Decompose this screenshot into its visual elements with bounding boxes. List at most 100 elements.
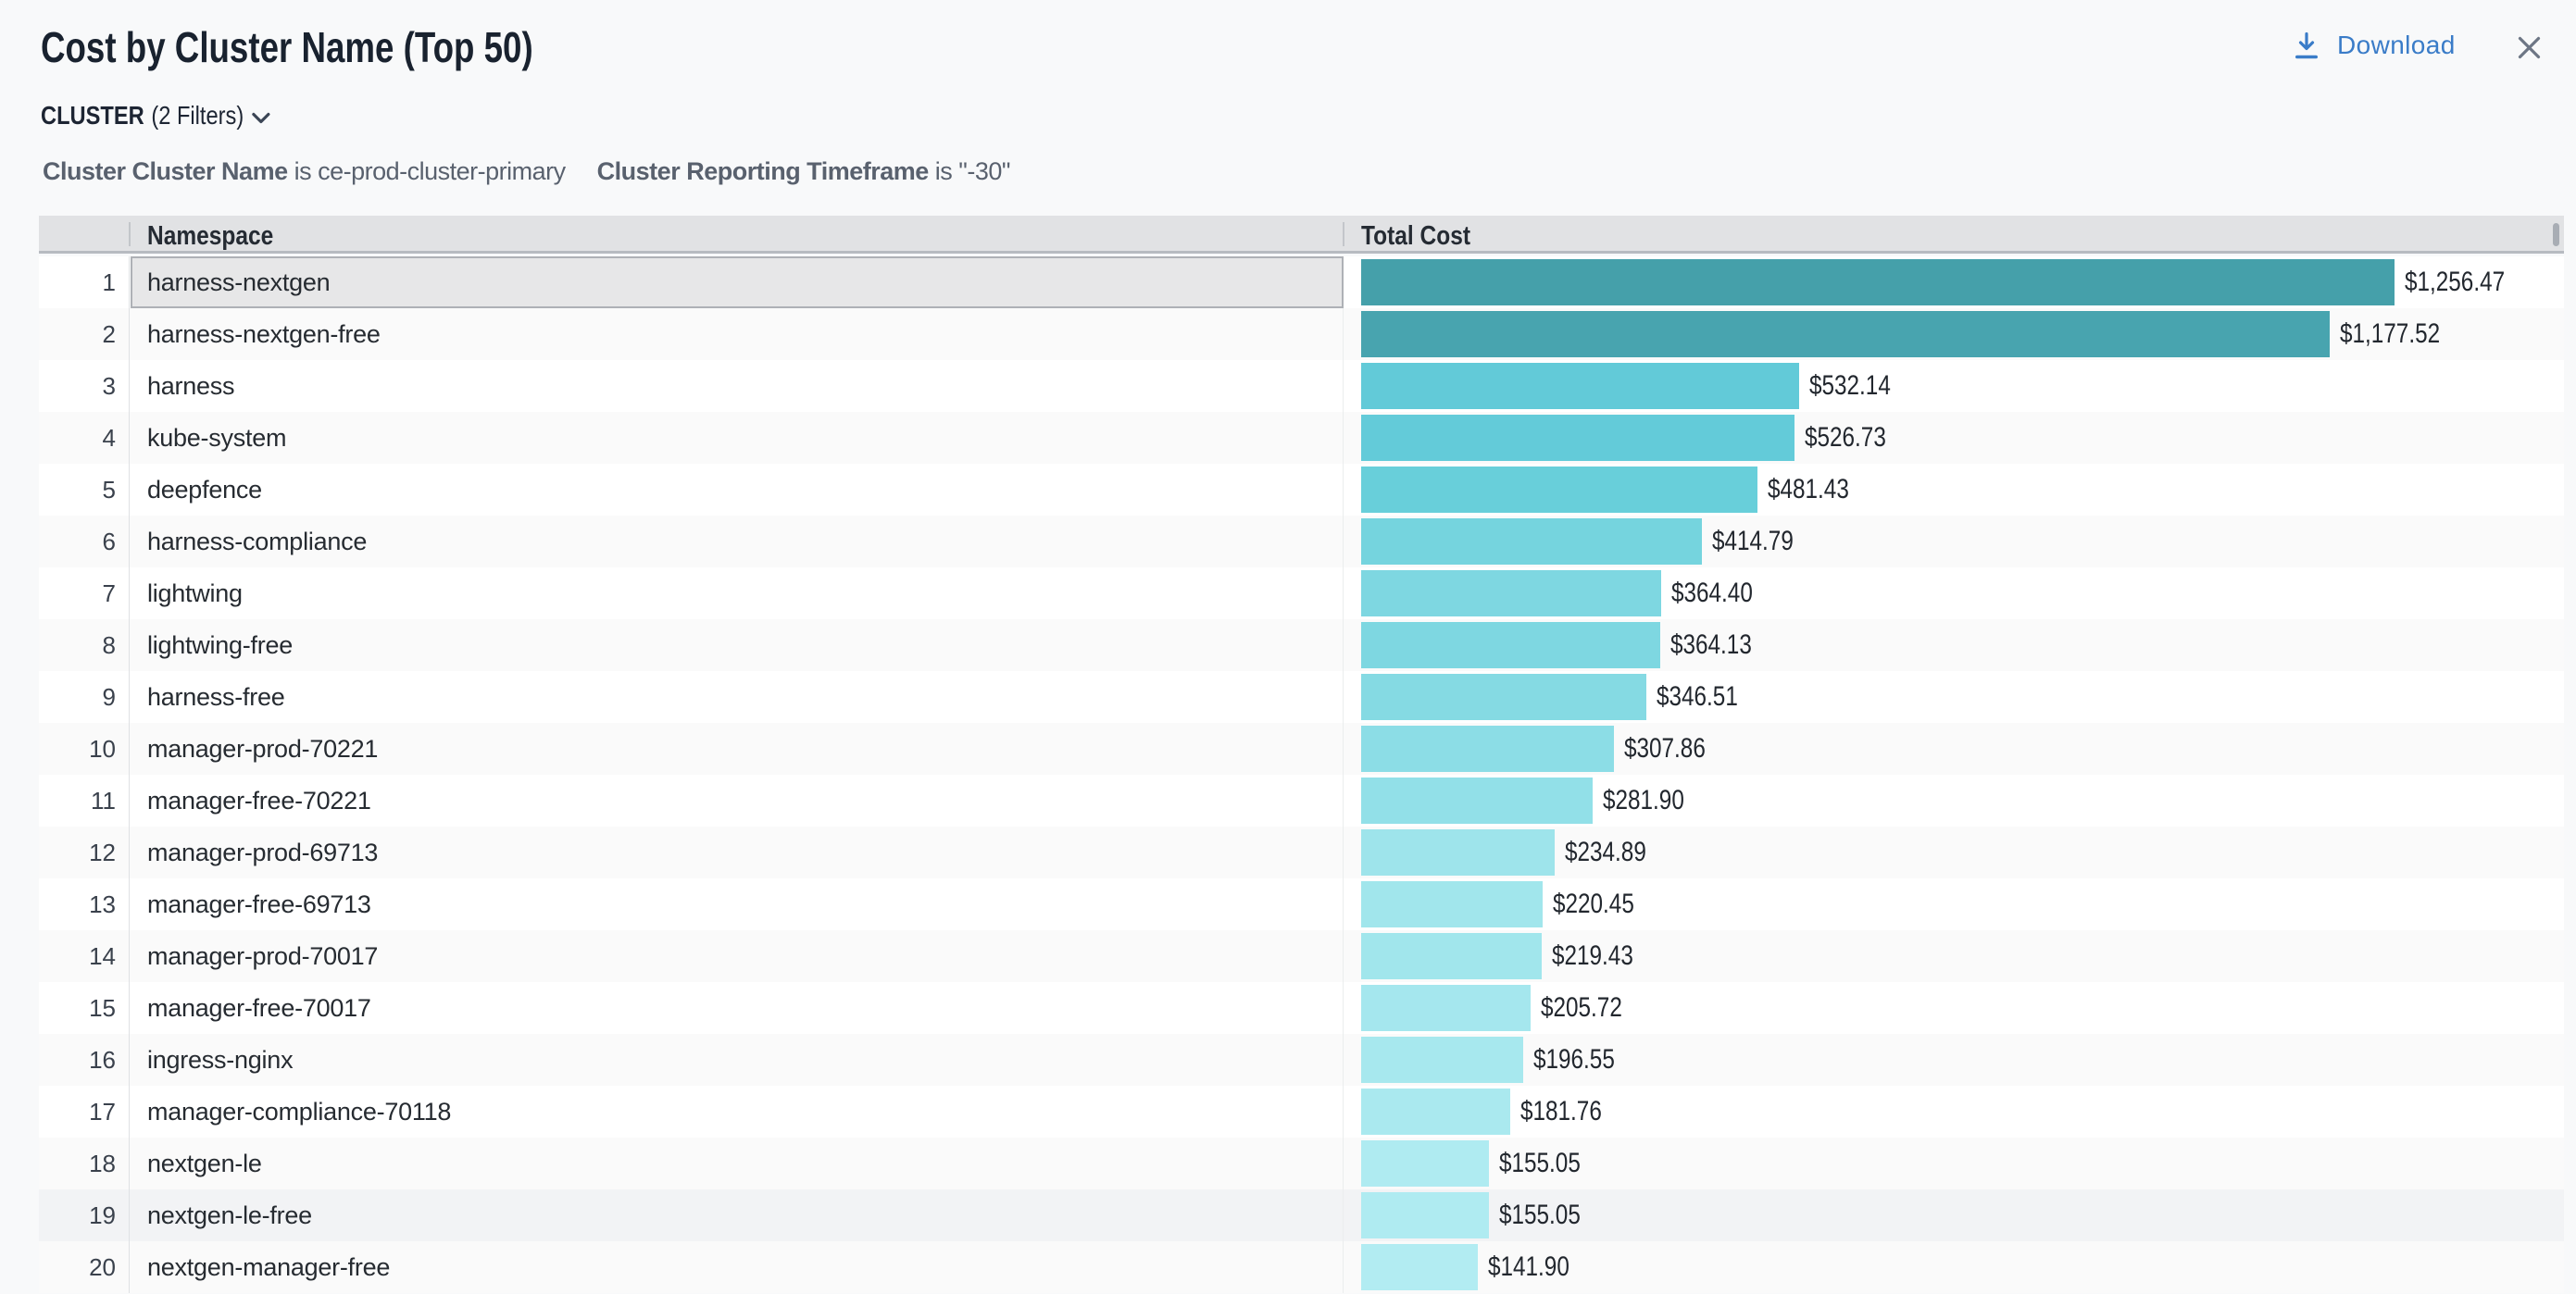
cost-bar	[1361, 1244, 1478, 1290]
namespace-cell[interactable]: nextgen-manager-free	[131, 1241, 1344, 1293]
row-rank: 16	[39, 1034, 130, 1086]
cost-value-label: $1,256.47	[2405, 256, 2505, 308]
cost-value-label: $346.51	[1657, 671, 1738, 723]
download-button[interactable]: Download	[2295, 31, 2456, 60]
download-icon	[2295, 32, 2318, 59]
filter-condition: is "-30"	[935, 157, 1010, 185]
cost-bar	[1361, 363, 1799, 409]
table-row[interactable]: 9harness-free$346.51	[39, 671, 2564, 723]
column-header-namespace[interactable]: Namespace	[147, 218, 273, 254]
table-row[interactable]: 5deepfence$481.43	[39, 464, 2564, 516]
table-row[interactable]: 16ingress-nginx$196.55	[39, 1034, 2564, 1086]
total-cost-cell[interactable]: $234.89	[1344, 827, 2564, 878]
total-cost-cell[interactable]: $181.76	[1344, 1086, 2564, 1138]
filter-group-label: CLUSTER	[41, 101, 144, 131]
column-header-total-cost[interactable]: Total Cost	[1361, 218, 1470, 254]
total-cost-cell[interactable]: $141.90	[1344, 1241, 2564, 1293]
row-rank: 7	[39, 567, 130, 619]
total-cost-cell[interactable]: $219.43	[1344, 930, 2564, 982]
table-row[interactable]: 3harness$532.14	[39, 360, 2564, 412]
cost-bar	[1361, 674, 1646, 720]
namespace-cell[interactable]: ingress-nginx	[131, 1034, 1344, 1086]
namespace-cell[interactable]: harness-nextgen	[131, 256, 1344, 308]
row-rank: 5	[39, 464, 130, 516]
cost-bar	[1361, 622, 1660, 668]
total-cost-cell[interactable]: $532.14	[1344, 360, 2564, 412]
cost-bar	[1361, 1037, 1523, 1083]
namespace-cell[interactable]: nextgen-le	[131, 1138, 1344, 1189]
namespace-cell[interactable]: manager-prod-69713	[131, 827, 1344, 878]
total-cost-cell[interactable]: $307.86	[1344, 723, 2564, 775]
total-cost-cell[interactable]: $220.45	[1344, 878, 2564, 930]
namespace-cell[interactable]: harness-free	[131, 671, 1344, 723]
total-cost-cell[interactable]: $364.13	[1344, 619, 2564, 671]
namespace-cell[interactable]: nextgen-le-free	[131, 1189, 1344, 1241]
row-rank: 6	[39, 516, 130, 567]
filter-field: Cluster Cluster Name	[43, 157, 288, 185]
total-cost-cell[interactable]: $414.79	[1344, 516, 2564, 567]
table-row[interactable]: 1harness-nextgen$1,256.47	[39, 256, 2564, 308]
cost-value-label: $205.72	[1541, 982, 1622, 1034]
row-rank: 11	[39, 775, 130, 827]
table-row[interactable]: 8lightwing-free$364.13	[39, 619, 2564, 671]
namespace-cell[interactable]: manager-free-70017	[131, 982, 1344, 1034]
close-button[interactable]	[2518, 36, 2541, 59]
table-row[interactable]: 2harness-nextgen-free$1,177.52	[39, 308, 2564, 360]
total-cost-cell[interactable]: $1,177.52	[1344, 308, 2564, 360]
cost-bar	[1361, 415, 1794, 461]
namespace-cell[interactable]: manager-free-70221	[131, 775, 1344, 827]
total-cost-cell[interactable]: $196.55	[1344, 1034, 2564, 1086]
filter-summary: Cluster Cluster Name is ce-prod-cluster-…	[43, 157, 1010, 186]
table-row[interactable]: 14manager-prod-70017$219.43	[39, 930, 2564, 982]
namespace-cell[interactable]: harness-nextgen-free	[131, 308, 1344, 360]
total-cost-cell[interactable]: $155.05	[1344, 1138, 2564, 1189]
cost-bar	[1361, 829, 1555, 876]
cost-value-label: $307.86	[1624, 723, 1706, 775]
table-row[interactable]: 18nextgen-le$155.05	[39, 1138, 2564, 1189]
total-cost-cell[interactable]: $346.51	[1344, 671, 2564, 723]
total-cost-cell[interactable]: $281.90	[1344, 775, 2564, 827]
row-rank: 13	[39, 878, 130, 930]
namespace-cell[interactable]: lightwing	[131, 567, 1344, 619]
table-row[interactable]: 6harness-compliance$414.79	[39, 516, 2564, 567]
total-cost-cell[interactable]: $1,256.47	[1344, 256, 2564, 308]
row-rank: 20	[39, 1241, 130, 1293]
cost-value-label: $220.45	[1553, 878, 1634, 930]
table-row[interactable]: 13manager-free-69713 $220.45	[39, 878, 2564, 930]
total-cost-cell[interactable]: $526.73	[1344, 412, 2564, 464]
namespace-cell[interactable]: manager-prod-70017	[131, 930, 1344, 982]
row-rank: 2	[39, 308, 130, 360]
total-cost-cell[interactable]: $364.40	[1344, 567, 2564, 619]
table-row[interactable]: 10manager-prod-70221$307.86	[39, 723, 2564, 775]
table-row[interactable]: 15manager-free-70017$205.72	[39, 982, 2564, 1034]
cost-bar	[1361, 1140, 1489, 1187]
table-row[interactable]: 17manager-compliance-70118 $181.76	[39, 1086, 2564, 1138]
cost-value-label: $181.76	[1520, 1086, 1602, 1138]
table-row[interactable]: 12manager-prod-69713$234.89	[39, 827, 2564, 878]
namespace-cell[interactable]: harness-compliance	[131, 516, 1344, 567]
row-rank: 18	[39, 1138, 130, 1189]
namespace-cell[interactable]: kube-system	[131, 412, 1344, 464]
table-row[interactable]: 11manager-free-70221 $281.90	[39, 775, 2564, 827]
cost-bar	[1361, 726, 1614, 772]
row-rank: 19	[39, 1189, 130, 1241]
namespace-cell[interactable]: lightwing-free	[131, 619, 1344, 671]
namespace-cell[interactable]: harness	[131, 360, 1344, 412]
row-rank: 17	[39, 1086, 130, 1138]
namespace-cell[interactable]: manager-compliance-70118	[131, 1086, 1344, 1138]
namespace-cell[interactable]: manager-free-69713	[131, 878, 1344, 930]
total-cost-cell[interactable]: $481.43	[1344, 464, 2564, 516]
scrollbar-thumb[interactable]	[2553, 223, 2559, 246]
filter-count-label: (2 Filters)	[151, 101, 244, 131]
namespace-cell[interactable]: manager-prod-70221	[131, 723, 1344, 775]
namespace-cell[interactable]: deepfence	[131, 464, 1344, 516]
table-row[interactable]: 19nextgen-le-free$155.05	[39, 1189, 2564, 1241]
total-cost-cell[interactable]: $205.72	[1344, 982, 2564, 1034]
table-row[interactable]: 20nextgen-manager-free$141.90	[39, 1241, 2564, 1293]
close-icon	[2518, 36, 2541, 59]
cost-value-label: $281.90	[1603, 775, 1684, 827]
total-cost-cell[interactable]: $155.05	[1344, 1189, 2564, 1241]
table-row[interactable]: 4kube-system$526.73	[39, 412, 2564, 464]
filter-group-toggle[interactable]: CLUSTER (2 Filters)	[41, 101, 269, 131]
table-row[interactable]: 7lightwing$364.40	[39, 567, 2564, 619]
